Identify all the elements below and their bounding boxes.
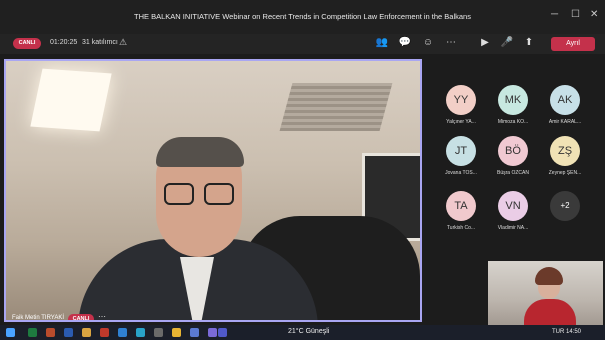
presenter-name: Faik Metin TIRYAKİ bbox=[12, 315, 65, 321]
excel-icon[interactable] bbox=[28, 328, 37, 337]
participant-tile[interactable]: MK Mimoza KO... bbox=[487, 85, 539, 125]
participant-tile[interactable]: VN Vladimir NA... bbox=[487, 191, 539, 231]
participant-name: Zeynep ŞEN... bbox=[548, 170, 582, 176]
app-icon[interactable] bbox=[190, 328, 199, 337]
participant-tile[interactable]: JT Jovana TOS... bbox=[435, 136, 487, 176]
presenter-video[interactable]: Faik Metin TIRYAKİ CANLI ⋯ bbox=[4, 59, 422, 322]
start-icon[interactable] bbox=[6, 328, 15, 337]
mail-icon[interactable] bbox=[118, 328, 127, 337]
participant-tile[interactable]: ZŞ Zeynep ŞEN... bbox=[539, 136, 591, 176]
files-icon[interactable] bbox=[82, 328, 91, 337]
participant-tile[interactable]: AK Amir KARAL... bbox=[539, 85, 591, 125]
edge-icon[interactable] bbox=[136, 328, 145, 337]
camera-icon[interactable]: ▶ bbox=[478, 37, 492, 48]
ceiling-light bbox=[30, 68, 112, 132]
ceiling-vent bbox=[279, 83, 393, 131]
share-icon[interactable]: ⬆ bbox=[522, 37, 536, 48]
word-icon[interactable] bbox=[64, 328, 73, 337]
participant-tile[interactable]: TA Turkish Co... bbox=[435, 191, 487, 231]
weather-widget[interactable]: 21°C Güneşli bbox=[288, 328, 329, 335]
minimize-icon[interactable]: ─ bbox=[551, 9, 558, 20]
title-bar: THE BALKAN INITIATIVE Webinar on Recent … bbox=[0, 0, 605, 34]
live-badge: CANLI bbox=[13, 38, 41, 49]
app-icon[interactable] bbox=[208, 328, 217, 337]
avatar: AK bbox=[550, 85, 580, 115]
avatar: MK bbox=[498, 85, 528, 115]
teams-icon[interactable] bbox=[218, 328, 227, 337]
settings-icon[interactable] bbox=[154, 328, 163, 337]
warning-icon[interactable]: ⚠ bbox=[119, 37, 127, 48]
more-actions-icon[interactable]: ⋯ bbox=[444, 37, 458, 48]
self-body bbox=[524, 299, 576, 325]
avatar: BÖ bbox=[498, 136, 528, 166]
taskbar: 21°C Güneşli TUR 14:50 bbox=[0, 325, 605, 340]
presenter-live-badge: CANLI bbox=[68, 314, 94, 320]
avatar: ZŞ bbox=[550, 136, 580, 166]
participant-name: Turkish Co... bbox=[446, 225, 476, 231]
avatar: VN bbox=[498, 191, 528, 221]
presenter-hair bbox=[156, 137, 244, 167]
taskbar-clock[interactable]: 14:50 bbox=[566, 329, 581, 335]
participant-tile[interactable]: YY Yalçıner YA... bbox=[435, 85, 487, 125]
mic-off-icon[interactable]: 🎤 bbox=[500, 37, 514, 48]
chrome-icon[interactable] bbox=[172, 328, 181, 337]
more-participants-button[interactable]: +2 bbox=[550, 191, 580, 221]
react-icon[interactable]: ☺ bbox=[421, 37, 435, 48]
leave-button[interactable]: Ayrıl bbox=[551, 37, 595, 51]
people-icon[interactable]: 👥 bbox=[375, 37, 389, 48]
powerpoint-icon[interactable] bbox=[46, 328, 55, 337]
app-icon[interactable] bbox=[100, 328, 109, 337]
participant-name: Amir KARAL... bbox=[548, 119, 582, 125]
self-hair bbox=[535, 267, 563, 285]
self-view-video[interactable] bbox=[488, 261, 603, 325]
window-title: THE BALKAN INITIATIVE Webinar on Recent … bbox=[134, 12, 471, 21]
participant-name: Büşra ÖZCAN bbox=[497, 170, 529, 176]
meeting-toolbar: CANLI 01:20:25 31 katılımcı ⚠ 👥 💬 ☺ ⋯ ▶ … bbox=[0, 34, 605, 54]
avatar: TA bbox=[446, 191, 476, 221]
leave-label: Ayrıl bbox=[566, 40, 580, 47]
participant-name: Vladimir NA... bbox=[497, 225, 529, 231]
meeting-timer: 01:20:25 bbox=[50, 39, 78, 46]
participant-tile[interactable]: BÖ Büşra ÖZCAN bbox=[487, 136, 539, 176]
chat-icon[interactable]: 💬 bbox=[398, 37, 412, 48]
presenter-glasses bbox=[164, 183, 238, 205]
participant-name: Mimoza KO... bbox=[497, 119, 529, 125]
participant-count: 31 katılımcı bbox=[82, 39, 118, 46]
participant-name: Jovana TOS... bbox=[445, 170, 477, 176]
presenter-more-icon[interactable]: ⋯ bbox=[98, 312, 106, 320]
language-indicator[interactable]: TUR bbox=[552, 329, 564, 335]
close-icon[interactable]: ✕ bbox=[590, 9, 598, 20]
participant-name: Yalçıner YA... bbox=[446, 119, 476, 125]
avatar: JT bbox=[446, 136, 476, 166]
avatar: YY bbox=[446, 85, 476, 115]
meeting-stage: Faik Metin TIRYAKİ CANLI ⋯ YY Yalçıner Y… bbox=[0, 54, 605, 325]
maximize-icon[interactable]: ☐ bbox=[571, 9, 580, 20]
